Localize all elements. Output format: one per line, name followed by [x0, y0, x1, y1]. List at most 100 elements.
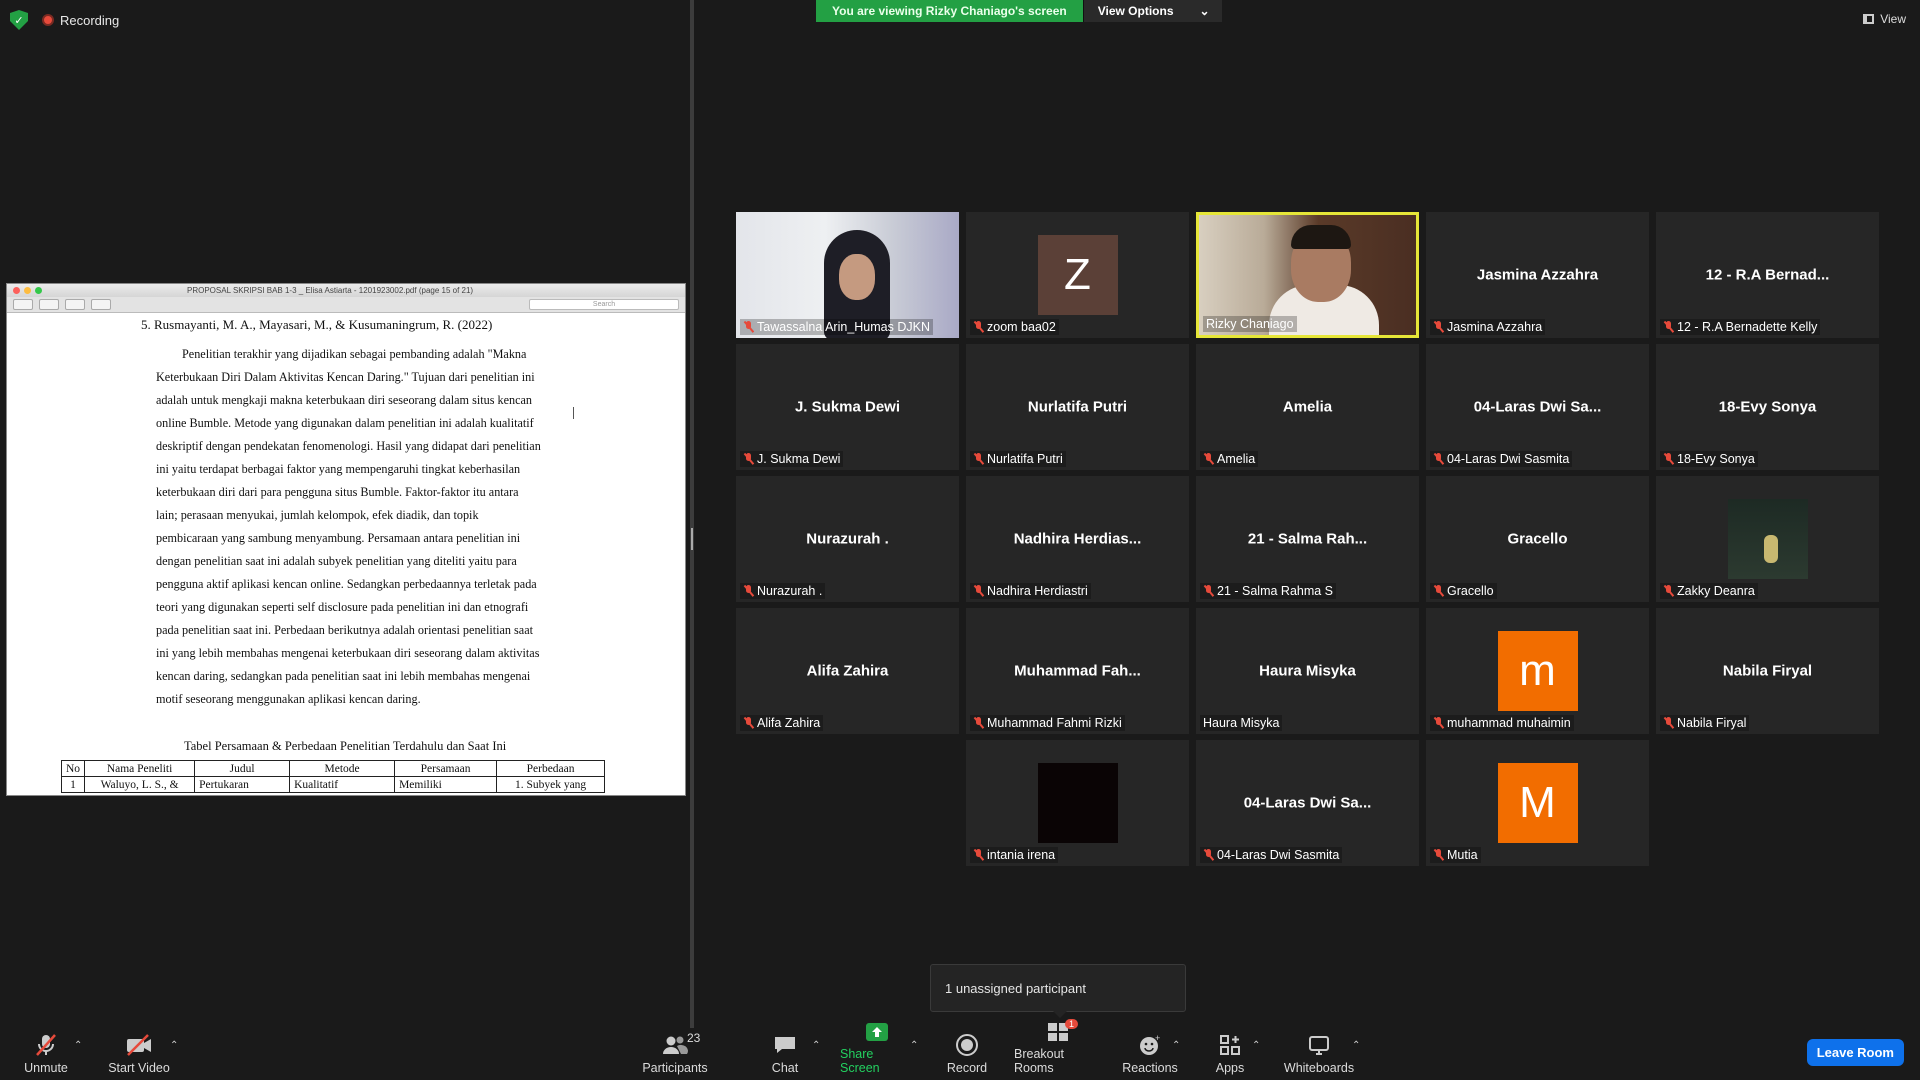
- participant-tile[interactable]: 18-Evy Sonya 18-Evy Sonya: [1656, 344, 1879, 470]
- paragraph-line: pembicaraan yang sambung menyambung. Per…: [156, 531, 521, 545]
- participant-name: Nabila Firyal: [1677, 716, 1747, 730]
- participant-tile[interactable]: J. Sukma Dewi J. Sukma Dewi: [736, 344, 959, 470]
- participant-name: Nurazurah .: [757, 584, 823, 598]
- participants-button[interactable]: 23 Participants: [640, 1030, 710, 1080]
- share-options-caret-icon[interactable]: ⌃: [910, 1040, 918, 1051]
- participant-tile[interactable]: Amelia Amelia: [1196, 344, 1419, 470]
- participant-tile[interactable]: Nadhira Herdias... Nadhira Herdiastri: [966, 476, 1189, 602]
- participant-tile[interactable]: Jasmina Azzahra Jasmina Azzahra: [1426, 212, 1649, 338]
- participant-avatar: m: [1497, 631, 1578, 711]
- participant-tile[interactable]: Muhammad Fah... Muhammad Fahmi Rizki: [966, 608, 1189, 734]
- participant-tile[interactable]: Tawassalna Arin_Humas DJKN: [736, 212, 959, 338]
- unassigned-participant-popup[interactable]: 1 unassigned participant: [930, 964, 1186, 1018]
- start-video-label: Start Video: [108, 1061, 170, 1075]
- whiteboard-caret-icon[interactable]: ⌃: [1352, 1040, 1360, 1051]
- paragraph-line: kencan daring, sedangkan pada penelitian…: [156, 669, 531, 683]
- muted-mic-icon: [973, 453, 984, 465]
- participant-name: muhammad muhaimin: [1447, 716, 1571, 730]
- participant-name-label: Nurlatifa Putri: [970, 451, 1066, 467]
- participant-display-name: Nurazurah .: [806, 530, 889, 548]
- apps-button[interactable]: Apps: [1212, 1030, 1248, 1080]
- participant-name: Haura Misyka: [1203, 716, 1280, 730]
- participant-display-name: Nabila Firyal: [1722, 662, 1813, 680]
- paragraph-line: online Bumble. Metode yang digunakan dal…: [156, 416, 534, 430]
- split-divider[interactable]: [690, 0, 694, 1028]
- participant-display-name: Haura Misyka: [1259, 662, 1356, 680]
- participant-tile[interactable]: Haura Misyka Haura Misyka: [1196, 608, 1419, 734]
- participant-name-label: Mutia: [1430, 847, 1481, 863]
- participant-name-label: zoom baa02: [970, 319, 1059, 335]
- participant-name-label: 21 - Salma Rahma S: [1200, 583, 1337, 599]
- view-options-button[interactable]: View Options ⌄: [1082, 0, 1222, 22]
- participant-tile[interactable]: 12 - R.A Bernad... 12 - R.A Bernadette Ke…: [1656, 212, 1879, 338]
- participant-name: Mutia: [1447, 848, 1478, 862]
- participant-tile[interactable]: Rizky Chaniago: [1196, 212, 1419, 338]
- participant-name-label: Nadhira Herdiastri: [970, 583, 1091, 599]
- audio-options-caret-icon[interactable]: ⌃: [74, 1040, 82, 1051]
- participant-name: Alifa Zahira: [757, 716, 821, 730]
- start-video-button[interactable]: Start Video: [104, 1030, 174, 1080]
- whiteboard-icon: [1307, 1033, 1331, 1057]
- participant-tile[interactable]: intania irena: [966, 740, 1189, 866]
- participant-name: intania irena: [987, 848, 1056, 862]
- participant-tile[interactable]: 21 - Salma Rah... 21 - Salma Rahma S: [1196, 476, 1419, 602]
- document-toolbar: Search: [7, 297, 685, 313]
- unmute-button[interactable]: Unmute: [18, 1030, 74, 1080]
- video-off-icon: [124, 1033, 154, 1057]
- table-cell: Pertukaran: [194, 776, 291, 793]
- record-dot-icon: [42, 14, 54, 26]
- participant-tile[interactable]: m muhammad muhaimin: [1426, 608, 1649, 734]
- participant-tile[interactable]: Nurlatifa Putri Nurlatifa Putri: [966, 344, 1189, 470]
- participant-tile[interactable]: 04-Laras Dwi Sa... 04-Laras Dwi Sasmita: [1426, 344, 1649, 470]
- chat-options-caret-icon[interactable]: ⌃: [812, 1040, 820, 1051]
- security-shield-icon[interactable]: ✓: [10, 10, 28, 30]
- participant-name: Zakky Deanra: [1677, 584, 1755, 598]
- muted-mic-icon: [1433, 453, 1444, 465]
- participant-name: 04-Laras Dwi Sasmita: [1447, 452, 1570, 466]
- close-window-icon: [13, 287, 20, 294]
- participant-name-label: 18-Evy Sonya: [1660, 451, 1758, 467]
- share-screen-button[interactable]: Share Screen: [840, 1023, 914, 1080]
- table-header: Metode: [289, 760, 396, 777]
- participant-name-label: Muhammad Fahmi Rizki: [970, 715, 1125, 731]
- viewing-banner-text: You are viewing Rizky Chaniago's screen: [816, 0, 1083, 22]
- zoom-in-icon: [65, 299, 85, 310]
- breakout-rooms-icon: 1: [1046, 1019, 1078, 1043]
- participant-tile[interactable]: Alifa Zahira Alifa Zahira: [736, 608, 959, 734]
- svg-text:+: +: [1155, 1033, 1160, 1043]
- participant-tile[interactable]: Nurazurah . Nurazurah .: [736, 476, 959, 602]
- table-cell: Memiliki: [394, 776, 498, 793]
- chevron-down-icon: ⌄: [1199, 4, 1210, 18]
- participant-name: Tawassalna Arin_Humas DJKN: [757, 320, 930, 334]
- participant-tile[interactable]: M Mutia: [1426, 740, 1649, 866]
- paragraph-line: keterbukaan diri dari para pengguna situ…: [156, 485, 519, 499]
- screen-share-banner: You are viewing Rizky Chaniago's screen …: [816, 0, 1222, 22]
- record-button[interactable]: Record: [946, 1030, 988, 1080]
- participant-display-name: 18-Evy Sonya: [1718, 398, 1817, 416]
- participant-name: 12 - R.A Bernadette Kelly: [1677, 320, 1818, 334]
- participant-tile[interactable]: 04-Laras Dwi Sa... 04-Laras Dwi Sasmita: [1196, 740, 1419, 866]
- muted-mic-icon: [1433, 849, 1444, 861]
- whiteboards-button[interactable]: Whiteboards: [1282, 1030, 1356, 1080]
- reactions-caret-icon[interactable]: ⌃: [1172, 1040, 1180, 1051]
- video-options-caret-icon[interactable]: ⌃: [170, 1040, 178, 1051]
- chat-button[interactable]: Chat: [765, 1030, 805, 1080]
- muted-mic-icon: [1433, 585, 1444, 597]
- participant-name: Muhammad Fahmi Rizki: [987, 716, 1122, 730]
- divider-drag-handle[interactable]: [691, 528, 693, 550]
- participant-name-label: Nabila Firyal: [1660, 715, 1750, 731]
- participant-tile[interactable]: Nabila Firyal Nabila Firyal: [1656, 608, 1879, 734]
- recording-indicator[interactable]: Recording: [42, 13, 119, 28]
- participant-tile[interactable]: Zakky Deanra: [1656, 476, 1879, 602]
- table-header: Nama Peneliti: [84, 760, 196, 777]
- muted-mic-icon: [973, 717, 984, 729]
- reactions-button[interactable]: + Reactions: [1122, 1030, 1178, 1080]
- breakout-rooms-button[interactable]: 1 Breakout Rooms: [1014, 1019, 1102, 1080]
- participant-tile[interactable]: Gracello Gracello: [1426, 476, 1649, 602]
- leave-room-button[interactable]: Leave Room: [1806, 1039, 1904, 1066]
- paragraph-line: ini yang lebih membahas mengenai keterbu…: [156, 646, 540, 660]
- participant-tile[interactable]: Zzoom baa02: [966, 212, 1189, 338]
- muted-mic-icon: [973, 321, 984, 333]
- apps-caret-icon[interactable]: ⌃: [1252, 1040, 1260, 1051]
- view-button[interactable]: View: [1863, 12, 1906, 26]
